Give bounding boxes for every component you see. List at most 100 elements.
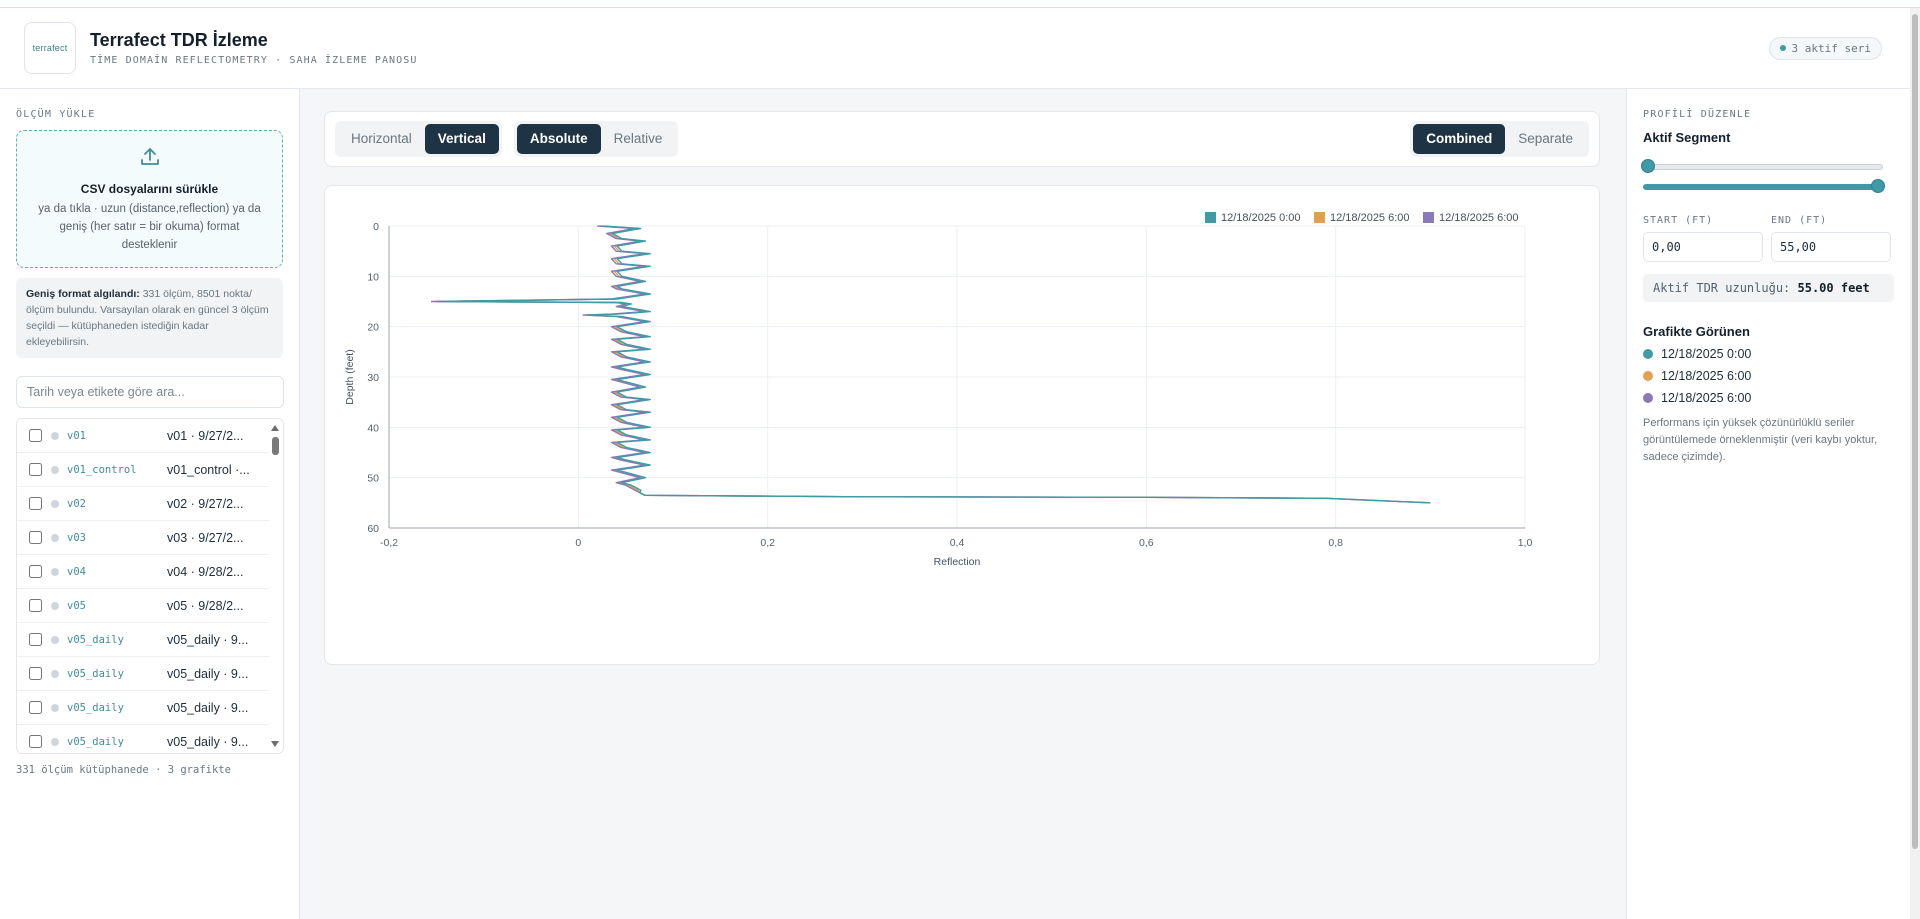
series-line-2 bbox=[433, 225, 1431, 504]
list-item-checkbox[interactable] bbox=[29, 497, 42, 510]
upload-section-label: ÖLÇÜM YÜKLE bbox=[16, 109, 96, 120]
end-slider-fill bbox=[1643, 184, 1883, 190]
visible-series-name: 12/18/2025 6:00 bbox=[1661, 391, 1752, 405]
list-item-checkbox[interactable] bbox=[29, 599, 42, 612]
end-slider-handle[interactable] bbox=[1871, 179, 1885, 193]
profile-edit-label: PROFİLİ DÜZENLE bbox=[1643, 109, 1752, 120]
status-dot-icon bbox=[51, 465, 59, 474]
list-item-checkbox[interactable] bbox=[29, 701, 42, 714]
x-axis-label: Reflection bbox=[934, 556, 981, 568]
visible-series-item: 12/18/2025 6:00 bbox=[1643, 391, 1894, 405]
status-dot-icon bbox=[51, 737, 59, 746]
tdr-chart: -0,2 0 0,2 0,4 0,6 0,8 1,0 0 10 20 30 40 50 60 Reflect… bbox=[344, 212, 1533, 568]
page-scrollbar[interactable] bbox=[1910, 8, 1920, 919]
x-tick-label: -0,2 bbox=[380, 537, 398, 549]
active-series-text: 3 aktif seri bbox=[1791, 41, 1871, 55]
list-item-code: v05_daily bbox=[67, 667, 124, 680]
status-dot-icon bbox=[51, 567, 59, 576]
main-area: Horizontal Vertical Absolute Relative Co… bbox=[300, 89, 1626, 919]
legend-entry: 12/18/2025 6:00 bbox=[1439, 212, 1519, 224]
list-item[interactable]: v05 v05 · 9/28/2... bbox=[17, 589, 269, 623]
series-line-3 bbox=[430, 225, 1431, 504]
list-item-code: v05_daily bbox=[67, 735, 124, 748]
list-item[interactable]: v01_control v01_control ·... bbox=[17, 453, 269, 487]
tdr-length-box: Aktif TDR uzunluğu: 55.00 feet bbox=[1643, 274, 1894, 302]
legend-swatch bbox=[1423, 212, 1434, 223]
list-item-checkbox[interactable] bbox=[29, 463, 42, 476]
list-item-checkbox[interactable] bbox=[29, 429, 42, 442]
series-color-dot-icon bbox=[1643, 371, 1653, 381]
format-info-box: Geniş format algılandı: 331 ölçüm, 8501 … bbox=[16, 278, 283, 358]
visible-series-name: 12/18/2025 0:00 bbox=[1661, 347, 1752, 361]
scroll-up-arrow-icon[interactable] bbox=[271, 425, 279, 431]
list-item[interactable]: v05_daily v05_daily · 9... bbox=[17, 691, 269, 725]
active-series-badge: 3 aktif seri bbox=[1768, 36, 1882, 60]
tdr-length-value: 55.00 feet bbox=[1797, 281, 1870, 295]
start-slider-track bbox=[1643, 164, 1883, 170]
list-item-checkbox[interactable] bbox=[29, 531, 42, 544]
list-item[interactable]: v02 v02 · 9/27/2... bbox=[17, 487, 269, 521]
library-search-input[interactable] bbox=[16, 376, 284, 408]
status-dot-icon bbox=[51, 601, 59, 610]
brand-block: Terrafect TDR İzleme TİME DOMAİN REFLECT… bbox=[90, 30, 418, 66]
x-tick-label: 1,0 bbox=[1518, 537, 1533, 549]
y-axis-label: Depth (feet) bbox=[344, 349, 356, 404]
dropzone-subtitle: ya da tıkla · uzun (distance,reflection)… bbox=[38, 203, 261, 251]
logo-text: terrafect bbox=[32, 43, 68, 53]
status-dot-icon bbox=[51, 669, 59, 678]
end-ft-input[interactable] bbox=[1771, 232, 1891, 262]
list-item[interactable]: v05_daily v05_daily · 9... bbox=[17, 725, 269, 753]
chart-card: -0,2 0 0,2 0,4 0,6 0,8 1,0 0 10 20 30 40 50 60 Reflect… bbox=[324, 185, 1600, 665]
status-dot-icon bbox=[51, 431, 59, 440]
csv-dropzone[interactable]: CSV dosyalarını sürükle ya da tıkla · uz… bbox=[16, 130, 283, 268]
y-tick-label: 60 bbox=[367, 523, 379, 535]
vertical-button[interactable]: Vertical bbox=[424, 124, 499, 154]
visible-series-list: 12/18/2025 0:00 12/18/2025 6:00 12/18/2025… bbox=[1643, 347, 1894, 405]
segment-end-slider[interactable] bbox=[1643, 179, 1885, 193]
x-tick-label: 0 bbox=[575, 537, 581, 549]
list-item[interactable]: v05_daily v05_daily · 9... bbox=[17, 623, 269, 657]
list-scrollbar-thumb[interactable] bbox=[272, 437, 279, 455]
list-item-checkbox[interactable] bbox=[29, 735, 42, 748]
list-item-label: v05_daily · 9... bbox=[167, 666, 249, 681]
page-scrollbar-thumb[interactable] bbox=[1912, 14, 1918, 849]
status-dot-icon bbox=[1779, 45, 1786, 51]
upload-icon bbox=[140, 148, 159, 165]
scroll-down-arrow-icon[interactable] bbox=[271, 741, 279, 747]
measurement-list: v01 v01 · 9/27/2... v01_control v01_control… bbox=[16, 418, 284, 754]
list-item-checkbox[interactable] bbox=[29, 565, 42, 578]
legend-swatch bbox=[1314, 212, 1325, 223]
performance-note: Performans için yüksek çözünürlüklü seri… bbox=[1643, 417, 1878, 463]
list-item-code: v03 bbox=[67, 531, 86, 544]
list-item-label: v05 · 9/28/2... bbox=[167, 598, 244, 613]
list-item[interactable]: v01 v01 · 9/27/2... bbox=[17, 419, 269, 453]
list-item-checkbox[interactable] bbox=[29, 667, 42, 680]
list-item-label: v04 · 9/28/2... bbox=[167, 564, 244, 579]
start-ft-input[interactable] bbox=[1643, 232, 1763, 262]
x-tick-label: 0,8 bbox=[1328, 537, 1343, 549]
list-item[interactable]: v04 v04 · 9/28/2... bbox=[17, 555, 269, 589]
y-tick-label: 20 bbox=[367, 322, 379, 334]
start-slider-handle[interactable] bbox=[1641, 159, 1655, 173]
separate-button[interactable]: Separate bbox=[1505, 124, 1586, 154]
combined-button[interactable]: Combined bbox=[1413, 124, 1506, 154]
list-item-label: v05_daily · 9... bbox=[167, 734, 249, 749]
left-sidebar: ÖLÇÜM YÜKLE CSV dosyalarını sürükle ya d… bbox=[0, 89, 300, 919]
list-item-code: v05_daily bbox=[67, 633, 124, 646]
top-accent-line bbox=[0, 0, 1920, 8]
brand-logo: terrafect bbox=[24, 22, 76, 74]
list-scrollbar[interactable] bbox=[268, 419, 283, 753]
list-item[interactable]: v05_daily v05_daily · 9... bbox=[17, 657, 269, 691]
relative-button[interactable]: Relative bbox=[601, 124, 676, 154]
list-item-code: v04 bbox=[67, 565, 86, 578]
range-labels: START (FT) END (FT) bbox=[1643, 215, 1894, 226]
segment-start-slider[interactable] bbox=[1641, 159, 1883, 173]
horizontal-button[interactable]: Horizontal bbox=[338, 124, 425, 154]
absolute-button[interactable]: Absolute bbox=[516, 124, 601, 154]
list-item[interactable]: v03 v03 · 9/27/2... bbox=[17, 521, 269, 555]
end-ft-label: END (FT) bbox=[1771, 215, 1828, 226]
list-item-checkbox[interactable] bbox=[29, 633, 42, 646]
status-dot-icon bbox=[51, 533, 59, 542]
y-tick-label: 40 bbox=[367, 422, 379, 434]
range-fields bbox=[1643, 232, 1894, 262]
